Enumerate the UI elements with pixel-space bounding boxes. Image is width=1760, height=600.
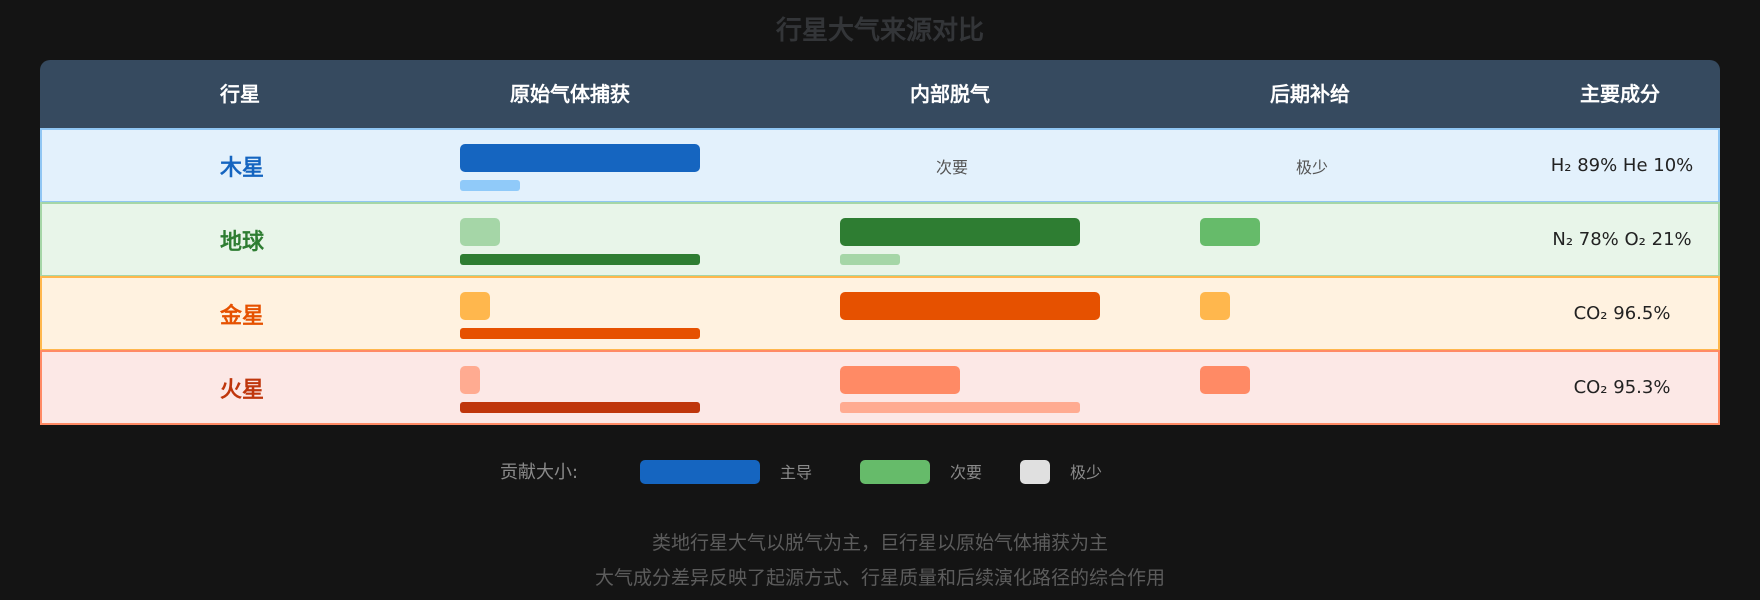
outgassing-bar	[840, 366, 960, 394]
column-header-supply: 后期补给	[1270, 82, 1350, 106]
comparison-table: 行星 原始气体捕获 内部脱气 后期补给 主要成分 木星 次要 极少 H₂ 89%…	[40, 60, 1720, 425]
composition-text: CO₂ 95.3%	[1573, 377, 1671, 398]
outgassing-bar	[840, 292, 1100, 320]
summary-note-2: 大气成分差异反映了起源方式、行星质量和后续演化路径的综合作用	[594, 567, 1165, 589]
table-header: 行星 原始气体捕获 内部脱气 后期补给 主要成分	[40, 60, 1720, 129]
composition-text: N₂ 78% O₂ 21%	[1552, 229, 1692, 250]
summary-note-1: 类地行星大气以脱气为主，巨行星以原始气体捕获为主	[651, 532, 1108, 554]
capture-secondary-bar	[460, 328, 700, 339]
legend-label-secondary: 次要	[950, 463, 983, 482]
table-row: 地球 N₂ 78% O₂ 21%	[40, 202, 1720, 277]
table-row: 金星 CO₂ 96.5%	[40, 276, 1720, 351]
column-header-outgassing: 内部脱气	[910, 82, 990, 106]
legend-label-dominant: 主导	[780, 463, 813, 482]
composition-text: CO₂ 96.5%	[1573, 303, 1671, 324]
capture-secondary-bar	[460, 402, 700, 413]
column-header-capture: 原始气体捕获	[510, 82, 630, 106]
outgassing-text: 次要	[935, 157, 968, 177]
supply-bar	[1200, 292, 1230, 320]
column-header-composition: 主要成分	[1580, 82, 1660, 106]
capture-secondary-bar	[460, 254, 700, 265]
outgassing-secondary-bar	[840, 402, 1080, 413]
outgassing-bar	[840, 218, 1080, 246]
capture-secondary-bar	[460, 180, 520, 191]
capture-bar	[460, 218, 500, 246]
table-row: 火星 CO₂ 95.3%	[40, 350, 1720, 425]
legend-swatch-minor	[1020, 460, 1050, 484]
capture-bar	[460, 366, 480, 394]
table-row: 木星 次要 极少 H₂ 89% He 10%	[40, 128, 1720, 203]
supply-text: 极少	[1295, 157, 1328, 177]
composition-text: H₂ 89% He 10%	[1550, 155, 1694, 176]
legend-label-minor: 极少	[1070, 463, 1103, 482]
capture-bar	[460, 144, 700, 172]
capture-bar	[460, 292, 490, 320]
legend-title: 贡献大小:	[500, 462, 579, 483]
supply-bar	[1200, 366, 1250, 394]
supply-bar	[1200, 218, 1260, 246]
column-header-planet: 行星	[220, 82, 260, 106]
planet-name: 木星	[219, 155, 264, 181]
outgassing-secondary-bar	[840, 254, 900, 265]
legend-swatch-secondary	[860, 460, 930, 484]
legend-swatch-dominant	[640, 460, 760, 484]
page-title: 行星大气来源对比	[775, 16, 984, 46]
legend: 贡献大小: 主导 次要 极少	[0, 460, 1760, 486]
planet-name: 火星	[219, 377, 264, 403]
planet-name: 金星	[219, 303, 264, 329]
planet-name: 地球	[219, 229, 264, 255]
